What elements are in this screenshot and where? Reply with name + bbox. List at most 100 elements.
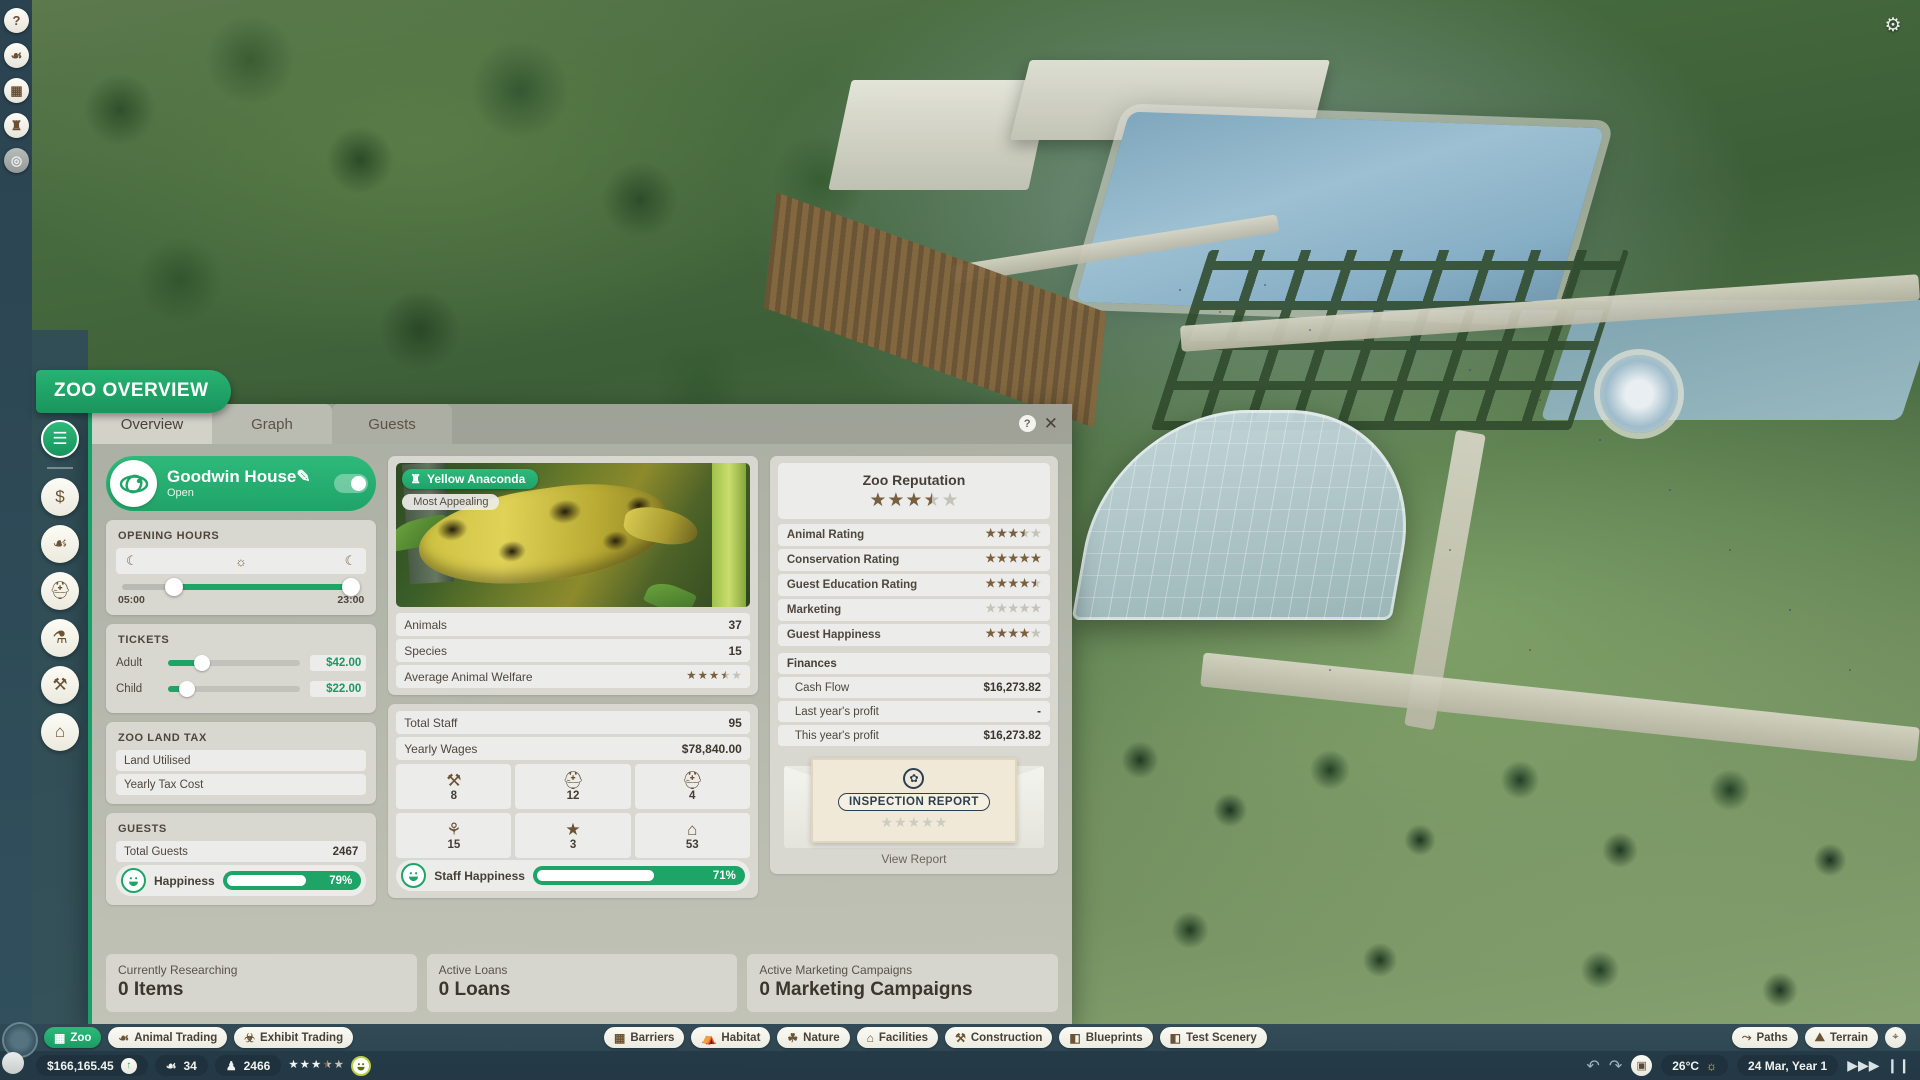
opening-hours-slider[interactable] — [122, 578, 361, 596]
star: ★ — [869, 490, 887, 511]
photo-mode-icon[interactable]: ▣ — [1631, 1055, 1653, 1076]
edit-pencil-icon[interactable]: ✎ — [296, 467, 310, 486]
sidebar-item-clipboard[interactable]: ☰ — [41, 420, 79, 458]
animal-book-icon[interactable]: ☙ — [4, 43, 29, 68]
toolbar-test-scenery-button[interactable]: ◧ Test Scenery — [1159, 1027, 1267, 1048]
gear-icon[interactable]: ⚙ — [1880, 12, 1906, 38]
toolbar-right-group: ⤳ Paths ⛰ Terrain ⌖ — [1731, 1027, 1906, 1048]
star: ★ — [1030, 603, 1041, 616]
janitor-count: 15 — [447, 838, 461, 851]
sidebar-item-shops[interactable]: ⌂ — [41, 713, 79, 751]
animals-label: Animals — [404, 617, 447, 632]
adult-slider-handle[interactable] — [194, 655, 211, 671]
calendar-icon[interactable]: ▦ — [4, 78, 29, 103]
star: ★ — [1008, 578, 1019, 591]
view-report-button[interactable]: View Report — [778, 852, 1050, 866]
total-guests-value: 2467 — [332, 845, 359, 858]
staff-cell-janitor[interactable]: ⚘ 15 — [396, 813, 512, 858]
help-icon[interactable]: ? — [1018, 415, 1036, 432]
sidebar-item-research[interactable]: ⚗ — [41, 619, 79, 657]
staff-cell-vendor[interactable]: ⌂ 53 — [634, 813, 750, 858]
wrench-icon: ⚒ — [446, 770, 462, 790]
toolbar-nature-button[interactable]: ☘ Nature — [777, 1027, 850, 1048]
zoo-name-bar[interactable]: Goodwin House✎ Open — [106, 456, 377, 511]
toolbar-left-group: ▦ Zoo ☙ Animal Trading ☣ Exhibit Trading — [44, 1027, 354, 1048]
tab-graph[interactable]: Graph — [212, 404, 332, 444]
opening-hours-card: OPENING HOURS ☾ ☼ ☾ 05:00 23:00 — [106, 520, 377, 615]
this-year-profit-label: This year's profit — [794, 729, 879, 742]
child-price: $22.00 — [310, 681, 367, 697]
star: ★ — [697, 669, 708, 682]
paw-seal-icon: ✿ — [903, 768, 925, 789]
eye-icon[interactable]: ◎ — [4, 148, 29, 173]
staff-cell-security[interactable]: ★ 3 — [515, 813, 631, 858]
toolbar-animal-trading-button[interactable]: ☙ Animal Trading — [108, 1027, 228, 1048]
toolbar-barriers-button[interactable]: ▦ Barriers — [604, 1027, 685, 1048]
toolbar-right-stats: ↶ ↷ ▣ 26°C ☼ 24 Mar, Year 1 ▶▶▶ ❙❙ — [1586, 1055, 1910, 1076]
staff-grid: ⚒ 8 ⛑ 12 ⛑ 4 ⚘ 15 ★ 3 ⌂ 53 — [396, 764, 750, 858]
toolbar-stats-group: $166,165.45 ↑ ☙ 34 ♟ 2466 ★ ★ ★ ★ ★ — [36, 1055, 371, 1076]
sidebar-item-finance[interactable]: $ — [41, 478, 79, 516]
fast-forward-icon[interactable]: ▶▶▶ — [1847, 1057, 1879, 1074]
total-staff-label: Total Staff — [404, 715, 458, 730]
opening-time: 05:00 — [118, 594, 145, 606]
researching-card[interactable]: Currently Researching 0 Items — [106, 954, 417, 1012]
radar-toggle[interactable] — [2, 1052, 24, 1074]
tab-guests[interactable]: Guests — [332, 404, 452, 444]
child-slider-handle[interactable] — [178, 681, 195, 697]
toolbar-blueprints-button[interactable]: ◧ Blueprints — [1059, 1027, 1153, 1048]
opening-hours-end-handle[interactable] — [341, 578, 360, 596]
money-value: $166,165.45 — [47, 1058, 114, 1073]
adult-price-slider[interactable] — [168, 655, 301, 671]
undo-icon[interactable]: ↶ — [1586, 1056, 1599, 1076]
guest-icon: ♟ — [225, 1058, 237, 1073]
pause-icon[interactable]: ❙❙ — [1887, 1057, 1910, 1074]
help-icon[interactable]: ? — [4, 8, 29, 33]
star: ★ — [1030, 628, 1041, 641]
staff-cell-mechanic[interactable]: ⚒ 8 — [396, 764, 512, 809]
sidebar-item-animals[interactable]: ☙ — [41, 525, 79, 563]
zoo-open-toggle[interactable] — [334, 474, 369, 493]
star: ★ — [907, 814, 921, 830]
star: ★ — [894, 814, 907, 830]
keeper-count: 12 — [566, 789, 580, 802]
selection-tool-icon[interactable]: ⌖ — [1885, 1027, 1906, 1048]
ticket-row-child: Child $22.00 — [116, 678, 367, 700]
toolbar-habitat-button[interactable]: ⛺ Habitat — [691, 1027, 771, 1048]
staff-cell-vet[interactable]: ⛑ 4 — [634, 764, 750, 809]
star: ★ — [996, 528, 1008, 541]
toolbar-nature-label: Nature — [803, 1031, 840, 1044]
guest-happiness-bar: 79% — [222, 871, 362, 890]
staff-cell-keeper[interactable]: ⛑ 12 — [515, 764, 631, 809]
featured-animal-badge: ♜ Yellow Anaconda — [402, 469, 539, 489]
campaigns-card[interactable]: Active Marketing Campaigns 0 Marketing C… — [747, 954, 1059, 1012]
land-tax-card: ZOO LAND TAX Land Utilised Yearly Tax Co… — [106, 722, 377, 804]
toolbar-construction-button[interactable]: ⚒ Construction — [945, 1027, 1053, 1048]
toolbar-terrain-button[interactable]: ⛰ Terrain — [1804, 1027, 1878, 1048]
land-utilised-label: Land Utilised — [124, 754, 191, 767]
sidebar-item-maintenance[interactable]: ⚒ — [41, 666, 79, 704]
toolbar-exhibit-trading-button[interactable]: ☣ Exhibit Trading — [234, 1027, 354, 1048]
child-price-slider[interactable] — [168, 681, 301, 697]
close-icon[interactable]: ✕ — [1044, 414, 1058, 434]
trophy-icon[interactable]: ♜ — [4, 113, 29, 138]
inspection-report[interactable]: ✿ INSPECTION REPORT ★ ★ ★ ★ ★ View Report — [778, 752, 1050, 867]
zoo-name: Goodwin House✎ — [167, 467, 334, 487]
researching-value: 0 Items — [118, 979, 184, 1000]
animal-photo: ♜ Yellow Anaconda Most Appealing — [396, 463, 750, 607]
tab-bar: Overview Graph Guests ? ✕ — [92, 404, 1072, 444]
sidebar-item-staff[interactable]: ⛑ — [41, 572, 79, 610]
temperature-value: 26°C — [1672, 1058, 1700, 1073]
cash-flow-value: $16,273.82 — [983, 681, 1041, 694]
species-value: 15 — [728, 643, 742, 658]
toolbar-zoo-button[interactable]: ▦ Zoo — [44, 1027, 102, 1048]
toolbar-facilities-button[interactable]: ⌂ Facilities — [856, 1027, 939, 1048]
bottom-cards: Currently Researching 0 Items Active Loa… — [92, 944, 1072, 1024]
vet-bag-icon: ⛑ — [681, 770, 704, 790]
staff-card: Total Staff 95 Yearly Wages $78,840.00 ⚒… — [388, 704, 758, 898]
loans-card[interactable]: Active Loans 0 Loans — [426, 954, 738, 1012]
redo-icon[interactable]: ↷ — [1609, 1056, 1622, 1076]
speed-controls: ▶▶▶ ❙❙ — [1847, 1057, 1910, 1074]
toolbar-paths-button[interactable]: ⤳ Paths — [1731, 1027, 1798, 1048]
day-night-icons: ☾ ☼ ☾ — [116, 548, 367, 574]
